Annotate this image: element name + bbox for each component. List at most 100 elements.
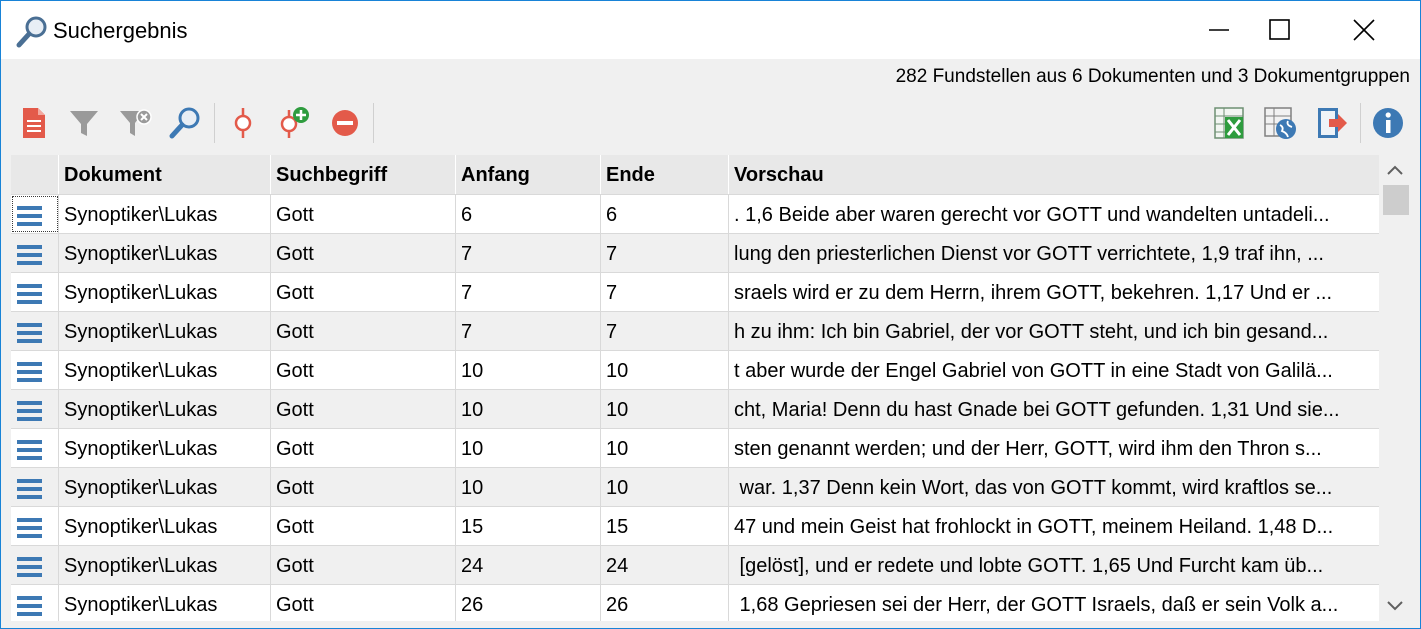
filter-remove-button[interactable] (117, 105, 153, 141)
document-list-button[interactable] (15, 105, 51, 141)
cell-suchbegriff[interactable]: Gott (271, 312, 456, 350)
cell-ende[interactable]: 10 (601, 390, 729, 428)
table-row[interactable]: Synoptiker\Lukas Gott 6 6. 1,6 Beide aber w… (11, 194, 1379, 233)
cell-anfang[interactable]: 10 (456, 468, 601, 506)
cell-ende[interactable]: 10 (601, 351, 729, 389)
scroll-up-icon[interactable] (1385, 161, 1405, 181)
cell-suchbegriff[interactable]: Gott (271, 507, 456, 545)
cell-dokument[interactable]: Synoptiker\Lukas (59, 507, 271, 545)
cell-suchbegriff[interactable]: Gott (271, 390, 456, 428)
cell-ende[interactable]: 24 (601, 546, 729, 584)
cell-vorschau[interactable]: war. 1,37 Denn kein Wort, das von GOTT k… (729, 468, 1379, 506)
table-row[interactable]: Synoptiker\Lukas Gott 10 10 war. 1,37 Denn … (11, 467, 1379, 506)
cell-vorschau[interactable]: [gelöst], und er redete und lobte GOTT. … (729, 546, 1379, 584)
cell-ende[interactable]: 6 (601, 195, 729, 233)
cell-ende[interactable]: 7 (601, 312, 729, 350)
row-lines-icon[interactable] (11, 351, 59, 389)
add-search-point-button[interactable] (275, 105, 311, 141)
table-row[interactable]: Synoptiker\Lukas Gott 26 26 1,68 Gepriesen … (11, 584, 1379, 621)
row-lines-icon[interactable] (11, 585, 59, 621)
maximize-button[interactable] (1251, 1, 1309, 59)
cell-dokument[interactable]: Synoptiker\Lukas (59, 234, 271, 272)
cell-dokument[interactable]: Synoptiker\Lukas (59, 390, 271, 428)
table-row[interactable]: Synoptiker\Lukas Gott 15 15 47 und mein Geis… (11, 506, 1379, 545)
minimize-button[interactable] (1190, 1, 1248, 59)
table-row[interactable]: Synoptiker\Lukas Gott 7 7 lung den priesterl… (11, 233, 1379, 272)
cell-anfang[interactable]: 10 (456, 351, 601, 389)
table-row[interactable]: Synoptiker\Lukas Gott 7 7 sraels wird er zu … (11, 272, 1379, 311)
table-row[interactable]: Synoptiker\Lukas Gott 10 10 cht, Maria! Denn… (11, 389, 1379, 428)
cell-suchbegriff[interactable]: Gott (271, 468, 456, 506)
close-button[interactable] (1335, 1, 1393, 59)
cell-dokument[interactable]: Synoptiker\Lukas (59, 429, 271, 467)
cell-anfang[interactable]: 26 (456, 585, 601, 621)
cell-vorschau[interactable]: . 1,6 Beide aber waren gerecht vor GOTT … (729, 195, 1379, 233)
cell-ende[interactable]: 7 (601, 234, 729, 272)
cell-suchbegriff[interactable]: Gott (271, 195, 456, 233)
scroll-down-icon[interactable] (1385, 595, 1405, 615)
table-row[interactable]: Synoptiker\Lukas Gott 24 24 [gelöst], und e… (11, 545, 1379, 584)
cell-vorschau[interactable]: 47 und mein Geist hat frohlockt in GOTT,… (729, 507, 1379, 545)
cell-vorschau[interactable]: sraels wird er zu dem Herrn, ihrem GOTT,… (729, 273, 1379, 311)
cell-anfang[interactable]: 10 (456, 390, 601, 428)
cell-ende[interactable]: 26 (601, 585, 729, 621)
column-header-anfang[interactable]: Anfang (456, 155, 601, 194)
remove-button[interactable] (327, 105, 363, 141)
cell-dokument[interactable]: Synoptiker\Lukas (59, 312, 271, 350)
cell-dokument[interactable]: Synoptiker\Lukas (59, 273, 271, 311)
cell-suchbegriff[interactable]: Gott (271, 273, 456, 311)
cell-ende[interactable]: 10 (601, 468, 729, 506)
cell-ende[interactable]: 15 (601, 507, 729, 545)
row-lines-icon[interactable] (11, 429, 59, 467)
row-lines-icon[interactable] (11, 507, 59, 545)
cell-suchbegriff[interactable]: Gott (271, 546, 456, 584)
scroll-thumb[interactable] (1383, 185, 1409, 215)
column-header-vorschau[interactable]: Vorschau (729, 155, 1379, 194)
web-export-button[interactable] (1262, 105, 1298, 141)
export-button[interactable] (1313, 105, 1349, 141)
cell-anfang[interactable]: 7 (456, 312, 601, 350)
cell-anfang[interactable]: 15 (456, 507, 601, 545)
cell-dokument[interactable]: Synoptiker\Lukas (59, 585, 271, 621)
row-lines-icon[interactable] (11, 468, 59, 506)
cell-suchbegriff[interactable]: Gott (271, 429, 456, 467)
cell-vorschau[interactable]: sten genannt werden; und der Herr, GOTT,… (729, 429, 1379, 467)
search-button[interactable] (167, 105, 203, 141)
row-lines-icon[interactable] (11, 273, 59, 311)
column-header-suchbegriff[interactable]: Suchbegriff (271, 155, 456, 194)
row-lines-icon[interactable] (11, 312, 59, 350)
column-header-dokument[interactable]: Dokument (59, 155, 271, 194)
table-row[interactable]: Synoptiker\Lukas Gott 7 7 h zu ihm: Ich bin … (11, 311, 1379, 350)
cell-ende[interactable]: 7 (601, 273, 729, 311)
cell-vorschau[interactable]: cht, Maria! Denn du hast Gnade bei GOTT … (729, 390, 1379, 428)
vertical-scrollbar[interactable] (1379, 155, 1411, 621)
cell-dokument[interactable]: Synoptiker\Lukas (59, 351, 271, 389)
row-lines-icon[interactable] (11, 390, 59, 428)
filter-button[interactable] (66, 105, 102, 141)
row-lines-icon[interactable] (11, 234, 59, 272)
search-point-button[interactable] (225, 105, 261, 141)
info-button[interactable] (1370, 105, 1406, 141)
cell-dokument[interactable]: Synoptiker\Lukas (59, 468, 271, 506)
cell-dokument[interactable]: Synoptiker\Lukas (59, 546, 271, 584)
row-lines-icon[interactable] (11, 546, 59, 584)
title-bar[interactable]: Suchergebnis (1, 1, 1420, 59)
cell-suchbegriff[interactable]: Gott (271, 585, 456, 621)
column-header-icon[interactable] (11, 155, 59, 194)
row-lines-icon[interactable] (11, 195, 59, 233)
excel-export-button[interactable] (1211, 105, 1247, 141)
cell-anfang[interactable]: 6 (456, 195, 601, 233)
cell-dokument[interactable]: Synoptiker\Lukas (59, 195, 271, 233)
cell-anfang[interactable]: 7 (456, 273, 601, 311)
cell-vorschau[interactable]: t aber wurde der Engel Gabriel von GOTT … (729, 351, 1379, 389)
cell-anfang[interactable]: 24 (456, 546, 601, 584)
table-row[interactable]: Synoptiker\Lukas Gott 10 10 t aber wurde der… (11, 350, 1379, 389)
cell-suchbegriff[interactable]: Gott (271, 351, 456, 389)
cell-ende[interactable]: 10 (601, 429, 729, 467)
cell-vorschau[interactable]: 1,68 Gepriesen sei der Herr, der GOTT Is… (729, 585, 1379, 621)
cell-vorschau[interactable]: h zu ihm: Ich bin Gabriel, der vor GOTT … (729, 312, 1379, 350)
cell-vorschau[interactable]: lung den priesterlichen Dienst vor GOTT … (729, 234, 1379, 272)
cell-anfang[interactable]: 7 (456, 234, 601, 272)
cell-anfang[interactable]: 10 (456, 429, 601, 467)
cell-suchbegriff[interactable]: Gott (271, 234, 456, 272)
